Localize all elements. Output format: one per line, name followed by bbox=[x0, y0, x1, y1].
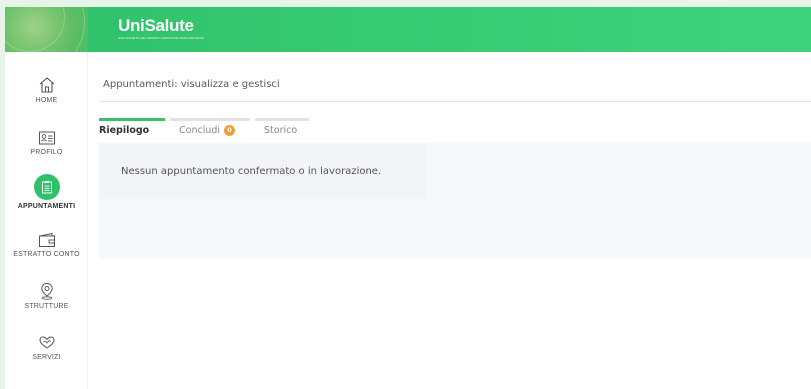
tab-label: Riepilogo bbox=[99, 125, 150, 136]
tab-riepilogo[interactable]: Riepilogo bbox=[99, 118, 165, 143]
sidebar: HOME PROFILO APPUNTAMENTI ESTRATTO CONTO… bbox=[5, 52, 88, 389]
tab-label: Storico bbox=[264, 125, 298, 136]
logo-subtitle: UNA SOCIETÀ DEL GRUPPO UNIPOLSAI ASSICUR… bbox=[118, 36, 205, 40]
home-icon bbox=[39, 77, 54, 93]
logo-text: UniSalute bbox=[118, 16, 194, 35]
wallet-icon bbox=[38, 232, 55, 247]
sidebar-item-estratto-conto[interactable]: ESTRATTO CONTO bbox=[5, 232, 88, 258]
empty-state-message: Nessun appuntamento confermato o in lavo… bbox=[121, 166, 382, 177]
sidebar-item-label: PROFILO bbox=[30, 149, 63, 156]
empty-state-box: Nessun appuntamento confermato o in lavo… bbox=[99, 143, 426, 199]
clipboard-icon bbox=[41, 181, 52, 194]
header-corner-decoration bbox=[5, 7, 88, 52]
map-pin-icon bbox=[40, 282, 53, 300]
main-content: Appuntamenti: visualizza e gestisci Riep… bbox=[88, 52, 811, 389]
id-card-icon bbox=[38, 131, 55, 145]
sidebar-item-profilo[interactable]: PROFILO bbox=[5, 130, 88, 156]
sidebar-item-home[interactable]: HOME bbox=[5, 76, 88, 104]
sidebar-item-label: APPUNTAMENTI bbox=[17, 203, 76, 210]
tab-storico[interactable]: Storico bbox=[255, 118, 309, 143]
tab-label: Concludi bbox=[179, 125, 221, 136]
sidebar-item-strutture[interactable]: STRUTTURE bbox=[5, 282, 88, 310]
active-indicator bbox=[33, 174, 60, 200]
divider bbox=[99, 101, 811, 102]
heart-hands-icon bbox=[38, 336, 55, 349]
sidebar-item-servizi[interactable]: SERVIZI bbox=[5, 335, 88, 361]
appointments-panel: Nessun appuntamento confermato o in lavo… bbox=[99, 143, 811, 258]
page-title: Appuntamenti: visualizza e gestisci bbox=[103, 79, 280, 90]
sidebar-item-label: STRUTTURE bbox=[24, 303, 69, 310]
tab-concludi[interactable]: Concludi 0 bbox=[170, 118, 250, 143]
sidebar-item-label: ESTRATTO CONTO bbox=[13, 251, 80, 258]
count-badge: 0 bbox=[224, 125, 236, 136]
app-frame: UniSalute UNA SOCIETÀ DEL GRUPPO UNIPOLS… bbox=[5, 7, 811, 389]
sidebar-item-appuntamenti[interactable]: APPUNTAMENTI bbox=[5, 174, 88, 210]
top-header: UniSalute UNA SOCIETÀ DEL GRUPPO UNIPOLS… bbox=[5, 7, 811, 52]
unisalute-logo[interactable]: UniSalute UNA SOCIETÀ DEL GRUPPO UNIPOLS… bbox=[118, 16, 204, 40]
sidebar-item-label: SERVIZI bbox=[32, 354, 61, 361]
sidebar-item-label: HOME bbox=[35, 97, 58, 104]
